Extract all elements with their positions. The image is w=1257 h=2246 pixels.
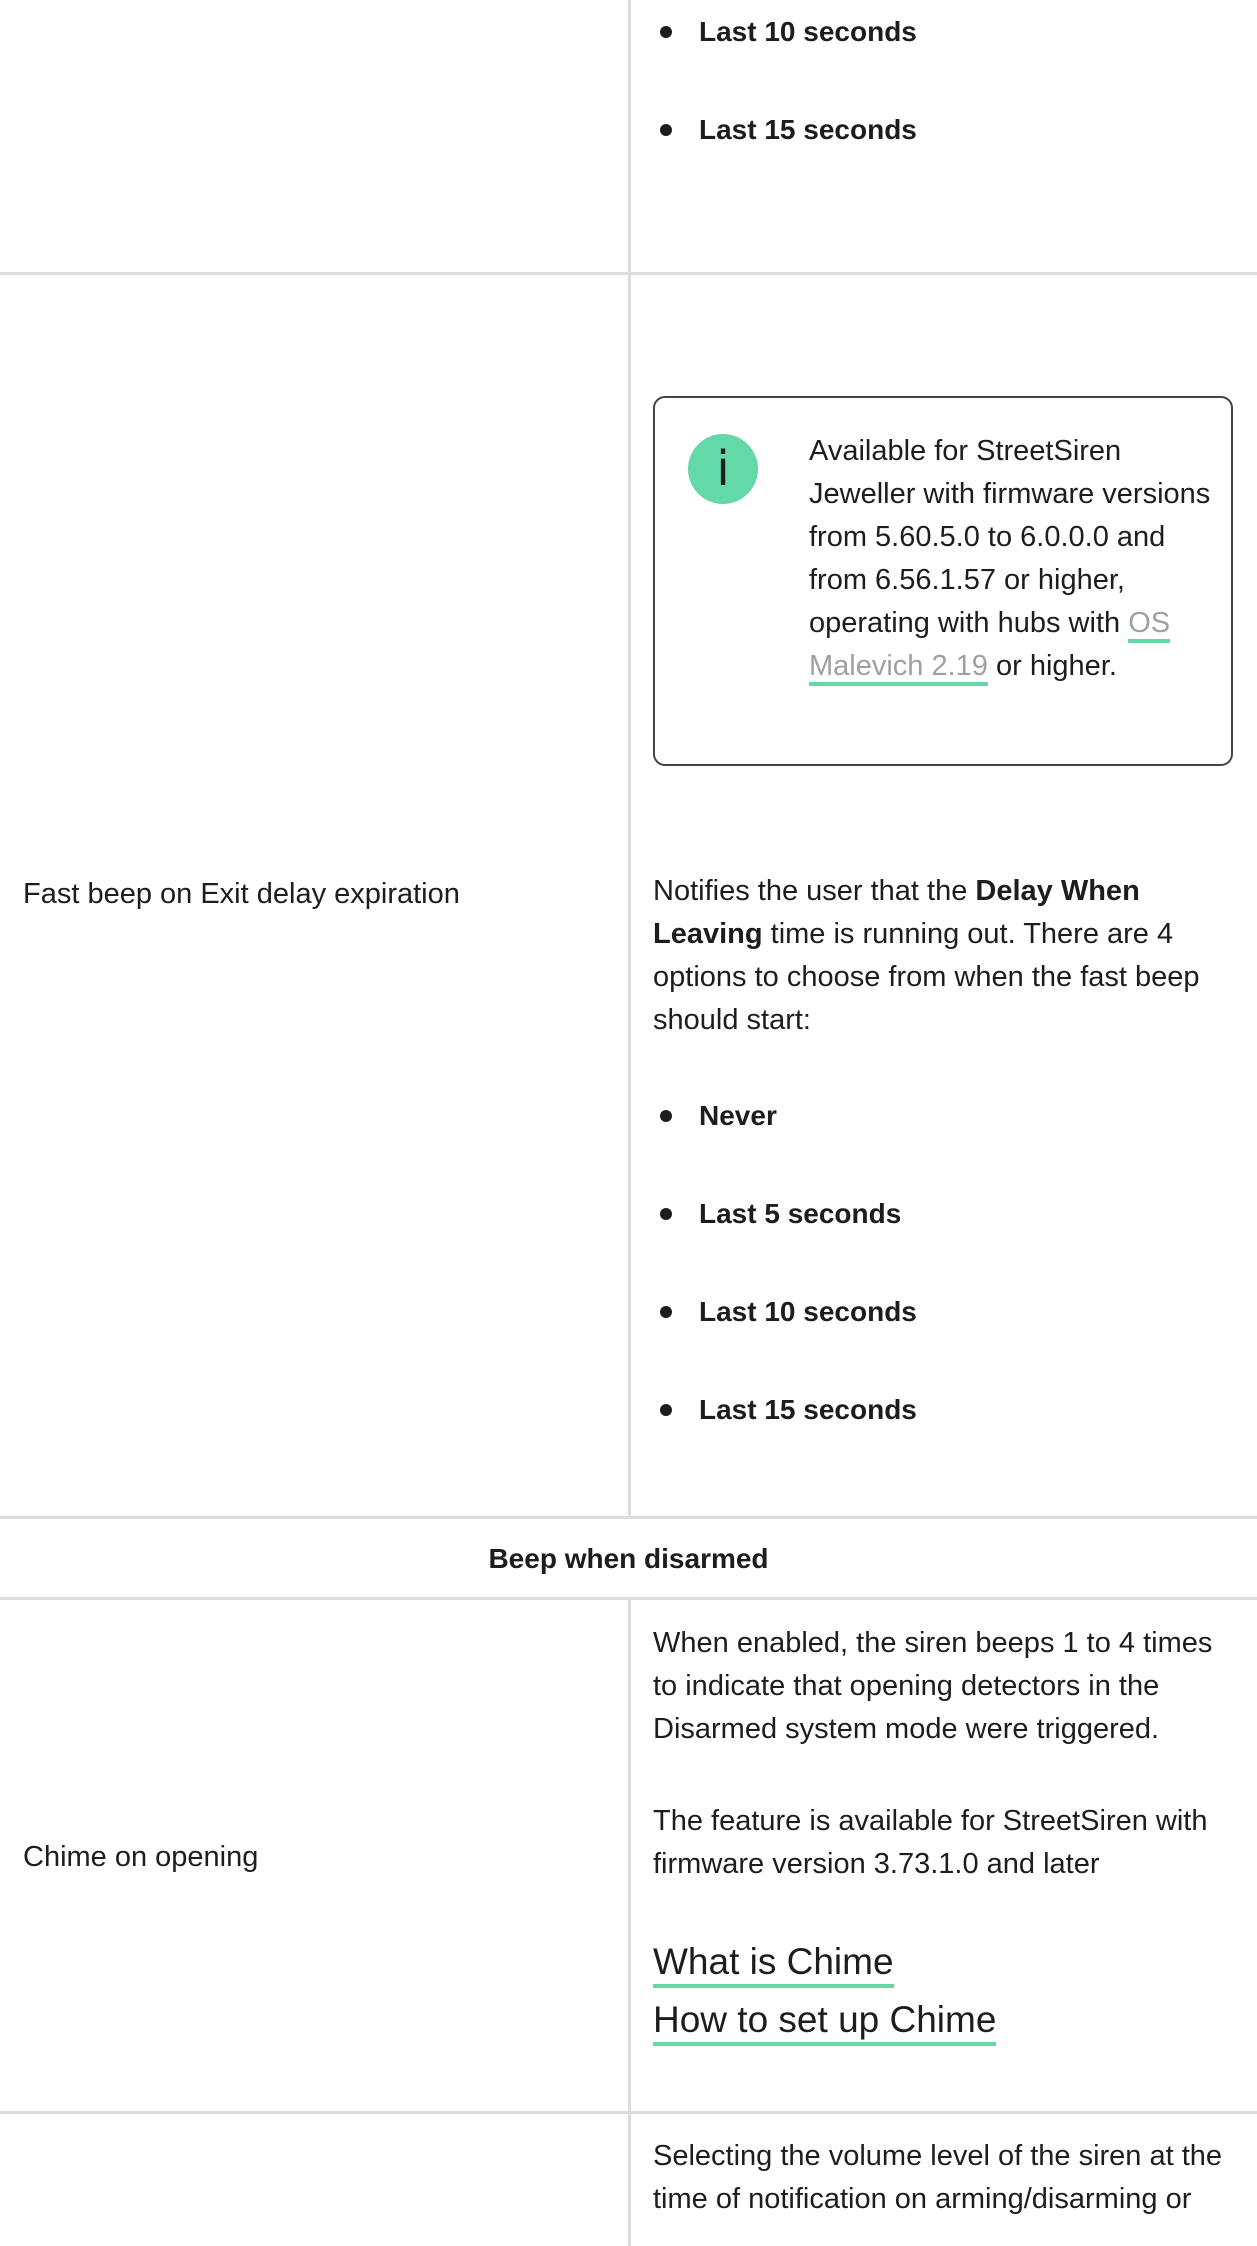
list-item: Last 15 seconds xyxy=(653,110,1243,208)
chime-links: What is Chime How to set up Chime xyxy=(653,1940,997,2046)
volume-description: Selecting the volume level of the siren … xyxy=(653,2140,1223,2215)
set-up-chime-link[interactable]: How to set up Chime xyxy=(653,1998,997,2046)
list-item: Never xyxy=(653,1096,1243,1194)
list-item: Last 5 seconds xyxy=(653,1194,1243,1292)
settings-table: Last 10 seconds Last 15 seconds Fast bee… xyxy=(0,0,1257,2246)
exit-delay-options-list: Last 10 seconds Last 15 seconds xyxy=(653,12,1243,208)
section-title: Beep when disarmed xyxy=(488,1543,769,1574)
row-divider xyxy=(0,272,1257,275)
row-divider xyxy=(0,2111,1257,2114)
list-item: Last 15 seconds xyxy=(653,1390,1243,1488)
list-item: Last 10 seconds xyxy=(653,1292,1243,1390)
info-note: i Available for StreetSiren Jeweller wit… xyxy=(653,396,1233,766)
column-divider xyxy=(628,0,631,1516)
list-item: Last 10 seconds xyxy=(653,12,1243,110)
info-icon: i xyxy=(688,434,758,504)
chime-availability: The feature is available for StreetSiren… xyxy=(653,1805,1208,1880)
setting-label-chime: Chime on opening xyxy=(23,1841,259,1873)
setting-label-fast-beep: Fast beep on Exit delay expiration xyxy=(23,878,460,910)
fast-beep-description: Notifies the user that the Delay When Le… xyxy=(653,875,1200,1036)
chime-description: When enabled, the siren beeps 1 to 4 tim… xyxy=(653,1627,1213,1745)
info-note-text: Available for StreetSiren Jeweller with … xyxy=(809,430,1219,688)
what-is-chime-link[interactable]: What is Chime xyxy=(653,1940,894,1988)
column-divider xyxy=(628,1600,631,2246)
fast-beep-options-list: Never Last 5 seconds Last 10 seconds Las… xyxy=(653,1096,1243,1488)
